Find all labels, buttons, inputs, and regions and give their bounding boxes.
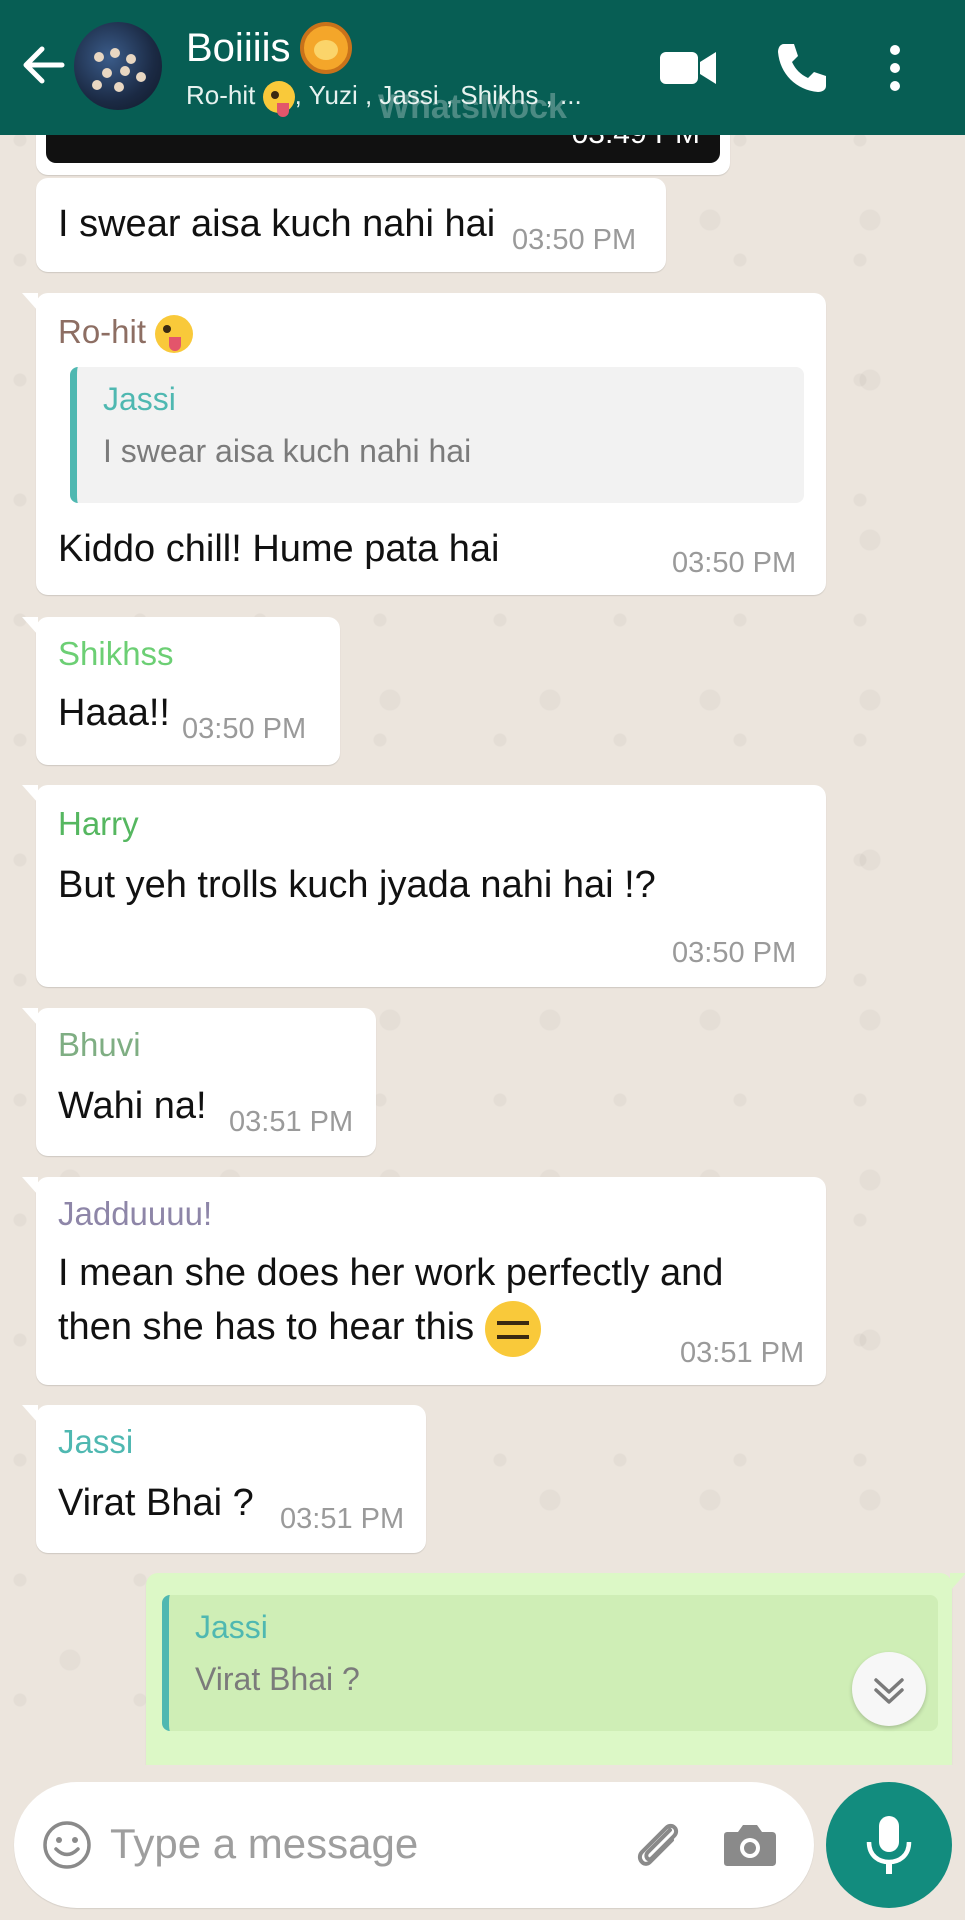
- chevron-down-icon: [874, 1678, 904, 1704]
- message-input[interactable]: Type a message: [14, 1782, 814, 1908]
- message-time: 03:51 PM: [280, 1503, 405, 1535]
- sender-name: Jadduuuu!: [58, 1195, 213, 1232]
- message-bubble[interactable]: Jassi Virat Bhai ? 03:51 PM: [22, 1405, 426, 1553]
- lion-emoji-icon: [300, 22, 353, 74]
- attach-icon[interactable]: [630, 1816, 688, 1874]
- message-bubble[interactable]: Jadduuuu! I mean she does her work perfe…: [22, 1177, 826, 1385]
- mic-icon: [866, 1816, 912, 1874]
- watermark: WhatsMock: [378, 88, 567, 126]
- quoted-message[interactable]: Jassi I swear aisa kuch nahi hai: [70, 367, 804, 503]
- quoted-sender: Jassi: [103, 381, 176, 417]
- message-text: I mean she does her work perfectly and: [58, 1252, 724, 1294]
- message-list[interactable]: 03:49 PM I swear aisa kuch nahi hai 03:5…: [0, 135, 965, 1765]
- back-arrow-icon[interactable]: [18, 40, 68, 90]
- quoted-text: Virat Bhai ?: [195, 1661, 360, 1697]
- zany-face-emoji-icon: [155, 315, 194, 354]
- message-time: 03:49 PM: [572, 135, 700, 151]
- chat-header: Boiiiis Ro-hit , Yuzi , Jassi , Shikhs ,…: [0, 0, 965, 135]
- group-title[interactable]: Boiiiis: [186, 22, 353, 74]
- group-avatar[interactable]: [74, 22, 162, 110]
- emoji-icon[interactable]: [42, 1820, 92, 1870]
- message-bubble[interactable]: I swear aisa kuch nahi hai 03:50 PM: [36, 178, 666, 272]
- message-time: 03:50 PM: [512, 224, 637, 256]
- message-text: I swear aisa kuch nahi hai: [58, 203, 496, 245]
- phone-icon[interactable]: [770, 36, 834, 100]
- expressionless-face-emoji-icon: [484, 1300, 541, 1357]
- sender-name: Harry: [58, 805, 139, 842]
- zany-face-emoji-icon: [262, 81, 295, 118]
- sender-name: Bhuvi: [58, 1026, 141, 1063]
- message-bubble[interactable]: Harry But yeh trolls kuch jyada nahi hai…: [22, 785, 826, 987]
- sender-name: Shikhss: [58, 635, 174, 672]
- group-name: Boiiiis: [186, 25, 291, 70]
- message-placeholder: Type a message: [110, 1820, 419, 1867]
- composer-bar: Type a message: [0, 1765, 965, 1920]
- message-text: Haaa!!: [58, 692, 170, 734]
- message-bubble[interactable]: Bhuvi Wahi na! 03:51 PM: [22, 1008, 376, 1156]
- message-time: 03:51 PM: [680, 1337, 805, 1369]
- sender-name: Ro-hit: [58, 313, 194, 354]
- scroll-to-bottom-button[interactable]: [852, 1652, 926, 1726]
- message-text: then she has to hear this: [58, 1299, 541, 1357]
- sender-name: Jassi: [58, 1423, 134, 1460]
- message-time: 03:50 PM: [182, 713, 307, 745]
- message-time: 03:50 PM: [672, 937, 797, 969]
- message-text: Kiddo chill! Hume pata hai: [58, 528, 500, 570]
- video-call-icon[interactable]: [656, 36, 720, 100]
- more-options-icon[interactable]: [880, 36, 910, 100]
- mic-button[interactable]: [826, 1782, 952, 1908]
- message-text: But yeh trolls kuch jyada nahi hai !?: [58, 864, 656, 906]
- previous-message-partial: 03:49 PM: [36, 135, 730, 175]
- message-text: Wahi na!: [58, 1085, 207, 1127]
- outgoing-message-bubble[interactable]: Jassi Virat Bhai ?: [146, 1573, 965, 1765]
- message-time: 03:50 PM: [672, 547, 797, 579]
- quoted-text: I swear aisa kuch nahi hai: [103, 433, 472, 469]
- quoted-sender: Jassi: [195, 1609, 268, 1645]
- message-text: Virat Bhai ?: [58, 1482, 254, 1524]
- message-bubble[interactable]: Ro-hit Jassi I swear aisa kuch nahi hai …: [22, 293, 826, 595]
- member-first: Ro-hit: [186, 80, 256, 110]
- camera-icon[interactable]: [722, 1820, 778, 1870]
- message-bubble[interactable]: Shikhss Haaa!! 03:50 PM: [22, 617, 340, 765]
- quoted-message[interactable]: Jassi Virat Bhai ?: [162, 1595, 938, 1731]
- message-time: 03:51 PM: [229, 1106, 354, 1138]
